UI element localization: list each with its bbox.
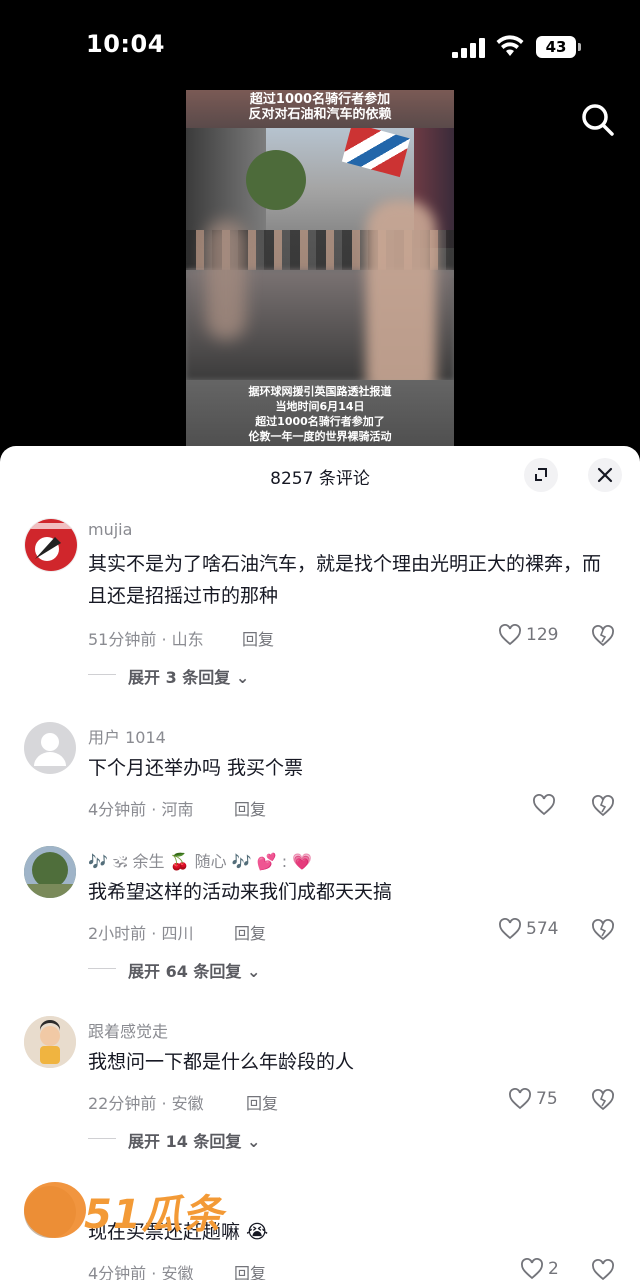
video-caption-bottom: 据环球网援引英国路透社报道 当地时间6月14日 超过1000名骑行者参加了 伦敦… [186, 380, 454, 446]
video-blur-figure [366, 200, 436, 390]
heart-icon [509, 1088, 531, 1110]
signal-icon [452, 38, 486, 58]
video-tree [246, 150, 306, 210]
comment-username[interactable]: 用户 1014 [88, 724, 166, 748]
broken-heart-icon[interactable] [590, 794, 616, 820]
watermark-text: 51瓜条 [84, 1192, 224, 1238]
comment-time-location: 4分钟前 · 河南 [88, 800, 194, 819]
video-caption-line: 伦敦一年一度的世界裸骑活动 [248, 430, 392, 443]
avatar[interactable] [24, 846, 76, 898]
like-count: 574 [526, 919, 559, 939]
heart-icon [499, 624, 521, 646]
expand-replies-button[interactable]: 展开 3 条回复 ⌄ [88, 664, 249, 688]
expand-replies-button[interactable]: 展开 14 条回复 ⌄ [88, 1128, 260, 1152]
search-icon[interactable] [578, 100, 618, 140]
like-count: 75 [536, 1089, 558, 1109]
video-caption-line: 当地时间6月14日 [275, 400, 365, 413]
avatar[interactable] [24, 722, 76, 774]
heart-icon [533, 794, 555, 816]
broken-heart-icon[interactable] [590, 1088, 616, 1114]
status-time: 10:04 [86, 30, 165, 58]
avatar[interactable] [24, 518, 78, 572]
reply-button[interactable]: 回复 [234, 920, 266, 944]
comment-text: 我希望这样的活动来我们成都天天搞 [88, 881, 393, 903]
broken-heart-icon[interactable] [590, 918, 616, 944]
reply-button[interactable]: 回复 [246, 1090, 278, 1114]
comment-time-location: 51分钟前 · 山东 [88, 630, 204, 649]
video-caption-line: 据环球网援引英国路透社报道 [248, 385, 392, 398]
reply-button[interactable]: 回复 [242, 626, 274, 650]
broken-heart-icon[interactable] [590, 624, 616, 650]
video-caption-line: 反对对石油和汽车的依赖 [248, 107, 392, 122]
heart-icon [499, 918, 521, 940]
expand-replies-button[interactable]: 展开 64 条回复 ⌄ [88, 958, 260, 982]
comment-text: 下个月还举办吗 我买个票 [88, 757, 304, 779]
wifi-icon [496, 34, 524, 58]
status-bar: 10:04 43 [0, 0, 640, 90]
like-button[interactable]: 2 [520, 1258, 559, 1280]
watermark: 51瓜条 [24, 1182, 224, 1242]
comment-time-location: 4分钟前 · 安徽 [88, 1264, 194, 1280]
comment-username[interactable]: mujia [88, 520, 132, 539]
comment-sheet: 8257 条评论 mujia 其实不是为了啥石油汽车，就是找个理由光明正大的裸奔… [0, 446, 640, 1280]
reply-button[interactable]: 回复 [234, 796, 266, 820]
video-caption-line: 超过1000名骑行者参加了 [255, 415, 385, 428]
avatar[interactable] [24, 1016, 76, 1068]
comment-text: 其实不是为了啥石油汽车，就是找个理由光明正大的裸奔，而且还是招摇过市的那种 [88, 553, 602, 607]
video-caption-line: 超过1000名骑行者参加 [249, 92, 391, 107]
comment-username[interactable]: 🎶 🕉 余生 🍒 随心 🎶 💕 : 💗 [88, 848, 312, 872]
comment-username[interactable]: 跟着感觉走 [88, 1018, 168, 1042]
comment-text: 我想问一下都是什么年龄段的人 [88, 1051, 355, 1073]
like-button[interactable] [532, 794, 556, 818]
expand-icon[interactable] [524, 458, 558, 492]
reply-button[interactable]: 回复 [234, 1260, 266, 1280]
like-count: 2 [548, 1259, 559, 1279]
expand-replies-label: 展开 3 条回复 [128, 668, 231, 687]
expand-replies-label: 展开 64 条回复 [128, 962, 242, 981]
like-button[interactable]: 75 [508, 1088, 558, 1112]
broken-heart-icon[interactable] [590, 1258, 616, 1280]
close-icon[interactable] [588, 458, 622, 492]
comment-time-location: 2小时前 · 四川 [88, 924, 194, 943]
expand-replies-label: 展开 14 条回复 [128, 1132, 242, 1151]
like-button[interactable]: 129 [498, 624, 558, 648]
heart-icon [521, 1258, 543, 1280]
video-blur-figure [206, 220, 246, 340]
video-caption-top: 超过1000名骑行者参加 反对对石油和汽车的依赖 [186, 90, 454, 128]
battery-indicator: 43 [536, 36, 581, 58]
like-button[interactable]: 574 [498, 918, 558, 942]
video-player[interactable]: 超过1000名骑行者参加 反对对石油和汽车的依赖 据环球网援引英国路透社报道 当… [186, 90, 454, 446]
watermark-logo-icon [24, 1182, 86, 1238]
comment-time-location: 22分钟前 · 安徽 [88, 1094, 204, 1113]
like-count: 129 [526, 625, 559, 645]
